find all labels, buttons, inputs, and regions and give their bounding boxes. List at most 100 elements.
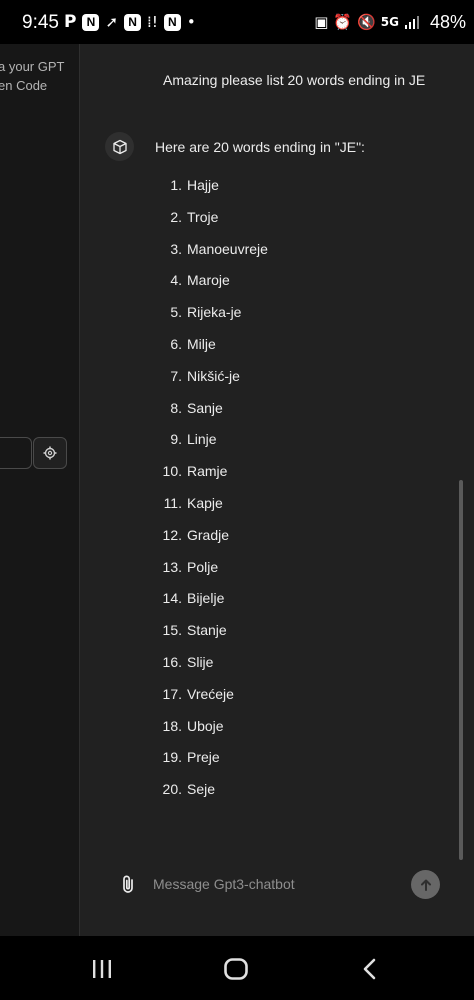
item-number: 1. — [170, 177, 182, 193]
list-item: 5. Rijeka-je — [155, 304, 268, 336]
list-item: 20. Seje — [155, 781, 268, 813]
sidebar-line-1: a your GPT — [0, 59, 65, 74]
list-item: 15. Stanje — [155, 622, 268, 654]
list-item: 19. Preje — [155, 749, 268, 781]
status-time: 9:45 — [22, 12, 59, 33]
item-number: 13. — [162, 558, 182, 575]
list-item: 1. Hajje — [155, 177, 268, 209]
list-item: 12. Gradje — [155, 527, 268, 559]
recent-apps-button[interactable] — [87, 956, 117, 982]
list-item: 17. Vrećeje — [155, 686, 268, 718]
attach-button[interactable] — [117, 873, 139, 895]
item-text: Manoeuvreje — [187, 240, 268, 257]
item-number: 17. — [162, 685, 182, 702]
list-item: 13. Polje — [155, 559, 268, 591]
item-number: 12. — [162, 526, 182, 543]
item-text: Kapje — [187, 494, 223, 511]
item-text: Ramje — [187, 463, 228, 480]
list-item: 4. Maroje — [155, 272, 268, 304]
item-text: Troje — [187, 208, 219, 225]
battery-level: 48% — [429, 12, 466, 32]
item-text: Stanje — [187, 622, 227, 639]
5g-icon: 5G — [380, 15, 399, 29]
scrollbar[interactable] — [459, 480, 463, 860]
assistant-avatar — [105, 132, 134, 161]
list-item: 3. Manoeuvreje — [155, 241, 268, 273]
sidebar-input[interactable] — [0, 437, 32, 469]
list-item: 10. Ramje — [155, 463, 268, 495]
item-number: 20. — [162, 781, 182, 798]
item-text: Sanje — [187, 399, 223, 416]
item-number: 16. — [162, 653, 182, 670]
item-text: Preje — [187, 749, 220, 766]
item-number: 3. — [170, 240, 182, 257]
item-text: Hajje — [187, 177, 219, 193]
item-number: 7. — [170, 367, 182, 384]
system-icons: ▣ ⏰ 🔇 5G — [314, 13, 420, 31]
n-app-icon: N — [163, 13, 181, 31]
arrow-up-icon — [420, 879, 431, 891]
item-text: Bijelje — [187, 590, 225, 607]
item-text: Milje — [187, 335, 216, 352]
sidebar-line-2: en Code — [0, 78, 48, 93]
item-text: Gradje — [187, 526, 230, 543]
item-number: 9. — [170, 431, 182, 448]
home-button[interactable] — [221, 956, 251, 982]
cube-icon — [112, 139, 127, 154]
item-number: 8. — [170, 399, 182, 416]
user-message: Amazing please list 20 words ending in J… — [163, 72, 426, 88]
sidebar: a your GPT en Code — [0, 44, 80, 936]
list-item: 7. Nikšić-je — [155, 368, 268, 400]
list-item: 14. Bijelje — [155, 590, 268, 622]
signal-icon — [405, 16, 419, 29]
settings-button[interactable] — [33, 437, 67, 469]
notification-icons: P N ➚ N ⁞! N • — [64, 13, 196, 31]
item-number: 10. — [162, 463, 182, 480]
list-item: 18. Uboje — [155, 718, 268, 750]
assistant-intro: Here are 20 words ending in "JE": — [155, 139, 365, 155]
item-number: 15. — [162, 622, 182, 639]
item-text: Maroje — [187, 272, 230, 289]
status-bar: 9:45 P N ➚ N ⁞! N • ▣ ⏰ 🔇 5G 48% — [0, 0, 474, 44]
nfc-icon: ▣ — [314, 13, 329, 31]
p-icon: P — [64, 12, 77, 32]
arrow-icon: ➚ — [105, 13, 119, 31]
gear-icon — [43, 446, 57, 460]
item-text: Nikšić-je — [187, 367, 240, 384]
item-text: Slije — [187, 653, 214, 670]
list-item: 11. Kapje — [155, 495, 268, 527]
mute-icon: 🔇 — [357, 13, 376, 31]
composer — [81, 862, 474, 906]
list-item: 9. Linje — [155, 431, 268, 463]
back-button[interactable] — [355, 956, 385, 982]
word-list: 1. Hajje 2. Troje 3. Manoeuvreje 4. Maroje 5… — [155, 177, 268, 813]
item-number: 4. — [170, 272, 182, 289]
item-number: 14. — [162, 590, 182, 607]
message-input[interactable] — [153, 872, 403, 896]
send-button[interactable] — [411, 870, 440, 899]
item-number: 5. — [170, 304, 182, 321]
list-item: 6. Milje — [155, 336, 268, 368]
item-text: Seje — [187, 781, 216, 798]
n-app-icon: N — [124, 13, 142, 31]
alarm-icon: ⏰ — [333, 13, 353, 31]
item-text: Rijeka-je — [187, 304, 242, 321]
item-number: 18. — [162, 717, 182, 734]
signal-alert-icon: ⁞! — [147, 13, 158, 31]
item-text: Polje — [187, 558, 219, 575]
item-number: 6. — [170, 335, 182, 352]
item-number: 11. — [163, 494, 182, 511]
n-app-icon: N — [82, 13, 100, 31]
paperclip-icon — [123, 875, 133, 893]
item-text: Linje — [187, 431, 217, 448]
navigation-bar — [0, 936, 474, 1000]
dot-icon: • — [186, 13, 196, 31]
item-text: Vrećeje — [187, 685, 234, 702]
back-icon — [363, 958, 376, 980]
item-number: 19. — [162, 749, 182, 766]
list-item: 8. Sanje — [155, 400, 268, 432]
recent-apps-icon — [93, 960, 111, 978]
item-number: 2. — [170, 208, 182, 225]
chat-area: Amazing please list 20 words ending in J… — [81, 44, 474, 936]
item-text: Uboje — [187, 717, 224, 734]
